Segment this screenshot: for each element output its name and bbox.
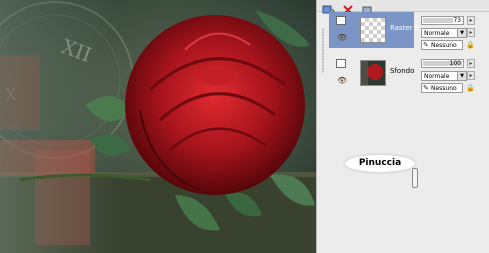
opacity-menu-button[interactable]: ▸ [467,16,475,25]
lock-transparency-button[interactable]: 🔒 [465,83,476,93]
opacity-slider-raster-1[interactable]: 73 [421,16,464,25]
mask-select-sfondo[interactable]: ✎ Nessuno [421,83,463,93]
layer-thumbnail [360,60,386,86]
layer-type-icon [336,59,346,68]
canvas-artwork[interactable]: XII X [0,0,316,253]
layer-properties-button[interactable] [361,0,375,14]
opacity-menu-button[interactable]: ▸ [467,59,475,68]
brush-icon: ✎ [423,41,429,49]
rose-thumbnail-icon [361,61,383,85]
visibility-eye-icon[interactable]: 👁 [337,77,347,85]
opacity-fill [423,18,453,23]
delete-layer-button[interactable] [341,0,355,15]
blend-menu-button[interactable]: ▸ [467,71,475,80]
rose-artwork-image: XII X [0,0,316,253]
panel-splitter-handle[interactable] [412,168,418,188]
chevron-down-icon: ▼ [457,72,466,80]
opacity-slider-sfondo[interactable]: 100 [421,59,464,68]
blend-mode-value: Normale [424,30,450,37]
new-layer-button[interactable] [321,0,335,14]
layer-row-sfondo[interactable]: 👁 Sfondo [329,55,414,91]
blend-menu-button[interactable]: ▸ [467,28,475,37]
layers-toolbar [317,0,489,15]
blend-mode-select-raster-1[interactable]: Normale ▼ [421,28,467,38]
layer-row-raster-1[interactable]: 👁 Raster 1 [329,12,419,48]
layer-name: Sfondo [390,67,415,75]
visibility-eye-icon[interactable]: 👁 [337,34,347,42]
layers-panel: 👁 Raster 1 👁 Sfondo 73 ▸ Normale ▼ ▸ ✎ N… [316,0,489,253]
blend-mode-value: Normale [424,73,450,80]
mask-select-raster-1[interactable]: ✎ Nessuno [421,40,463,50]
brush-icon: ✎ [423,84,429,92]
layer-type-icon [336,16,346,25]
chevron-down-icon: ▼ [457,29,466,37]
mask-value: Nessuno [431,42,457,49]
opacity-value: 73 [453,17,461,24]
opacity-value: 100 [449,60,461,67]
layer-name: Raster 1 [390,24,420,32]
panel-grip[interactable] [322,28,324,73]
blend-mode-select-sfondo[interactable]: Normale ▼ [421,71,467,81]
mask-value: Nessuno [431,85,457,92]
lock-transparency-button[interactable]: 🔒 [465,40,476,50]
pinuccia-watermark: Pinuccia [345,155,415,172]
layer-thumbnail [360,17,386,43]
